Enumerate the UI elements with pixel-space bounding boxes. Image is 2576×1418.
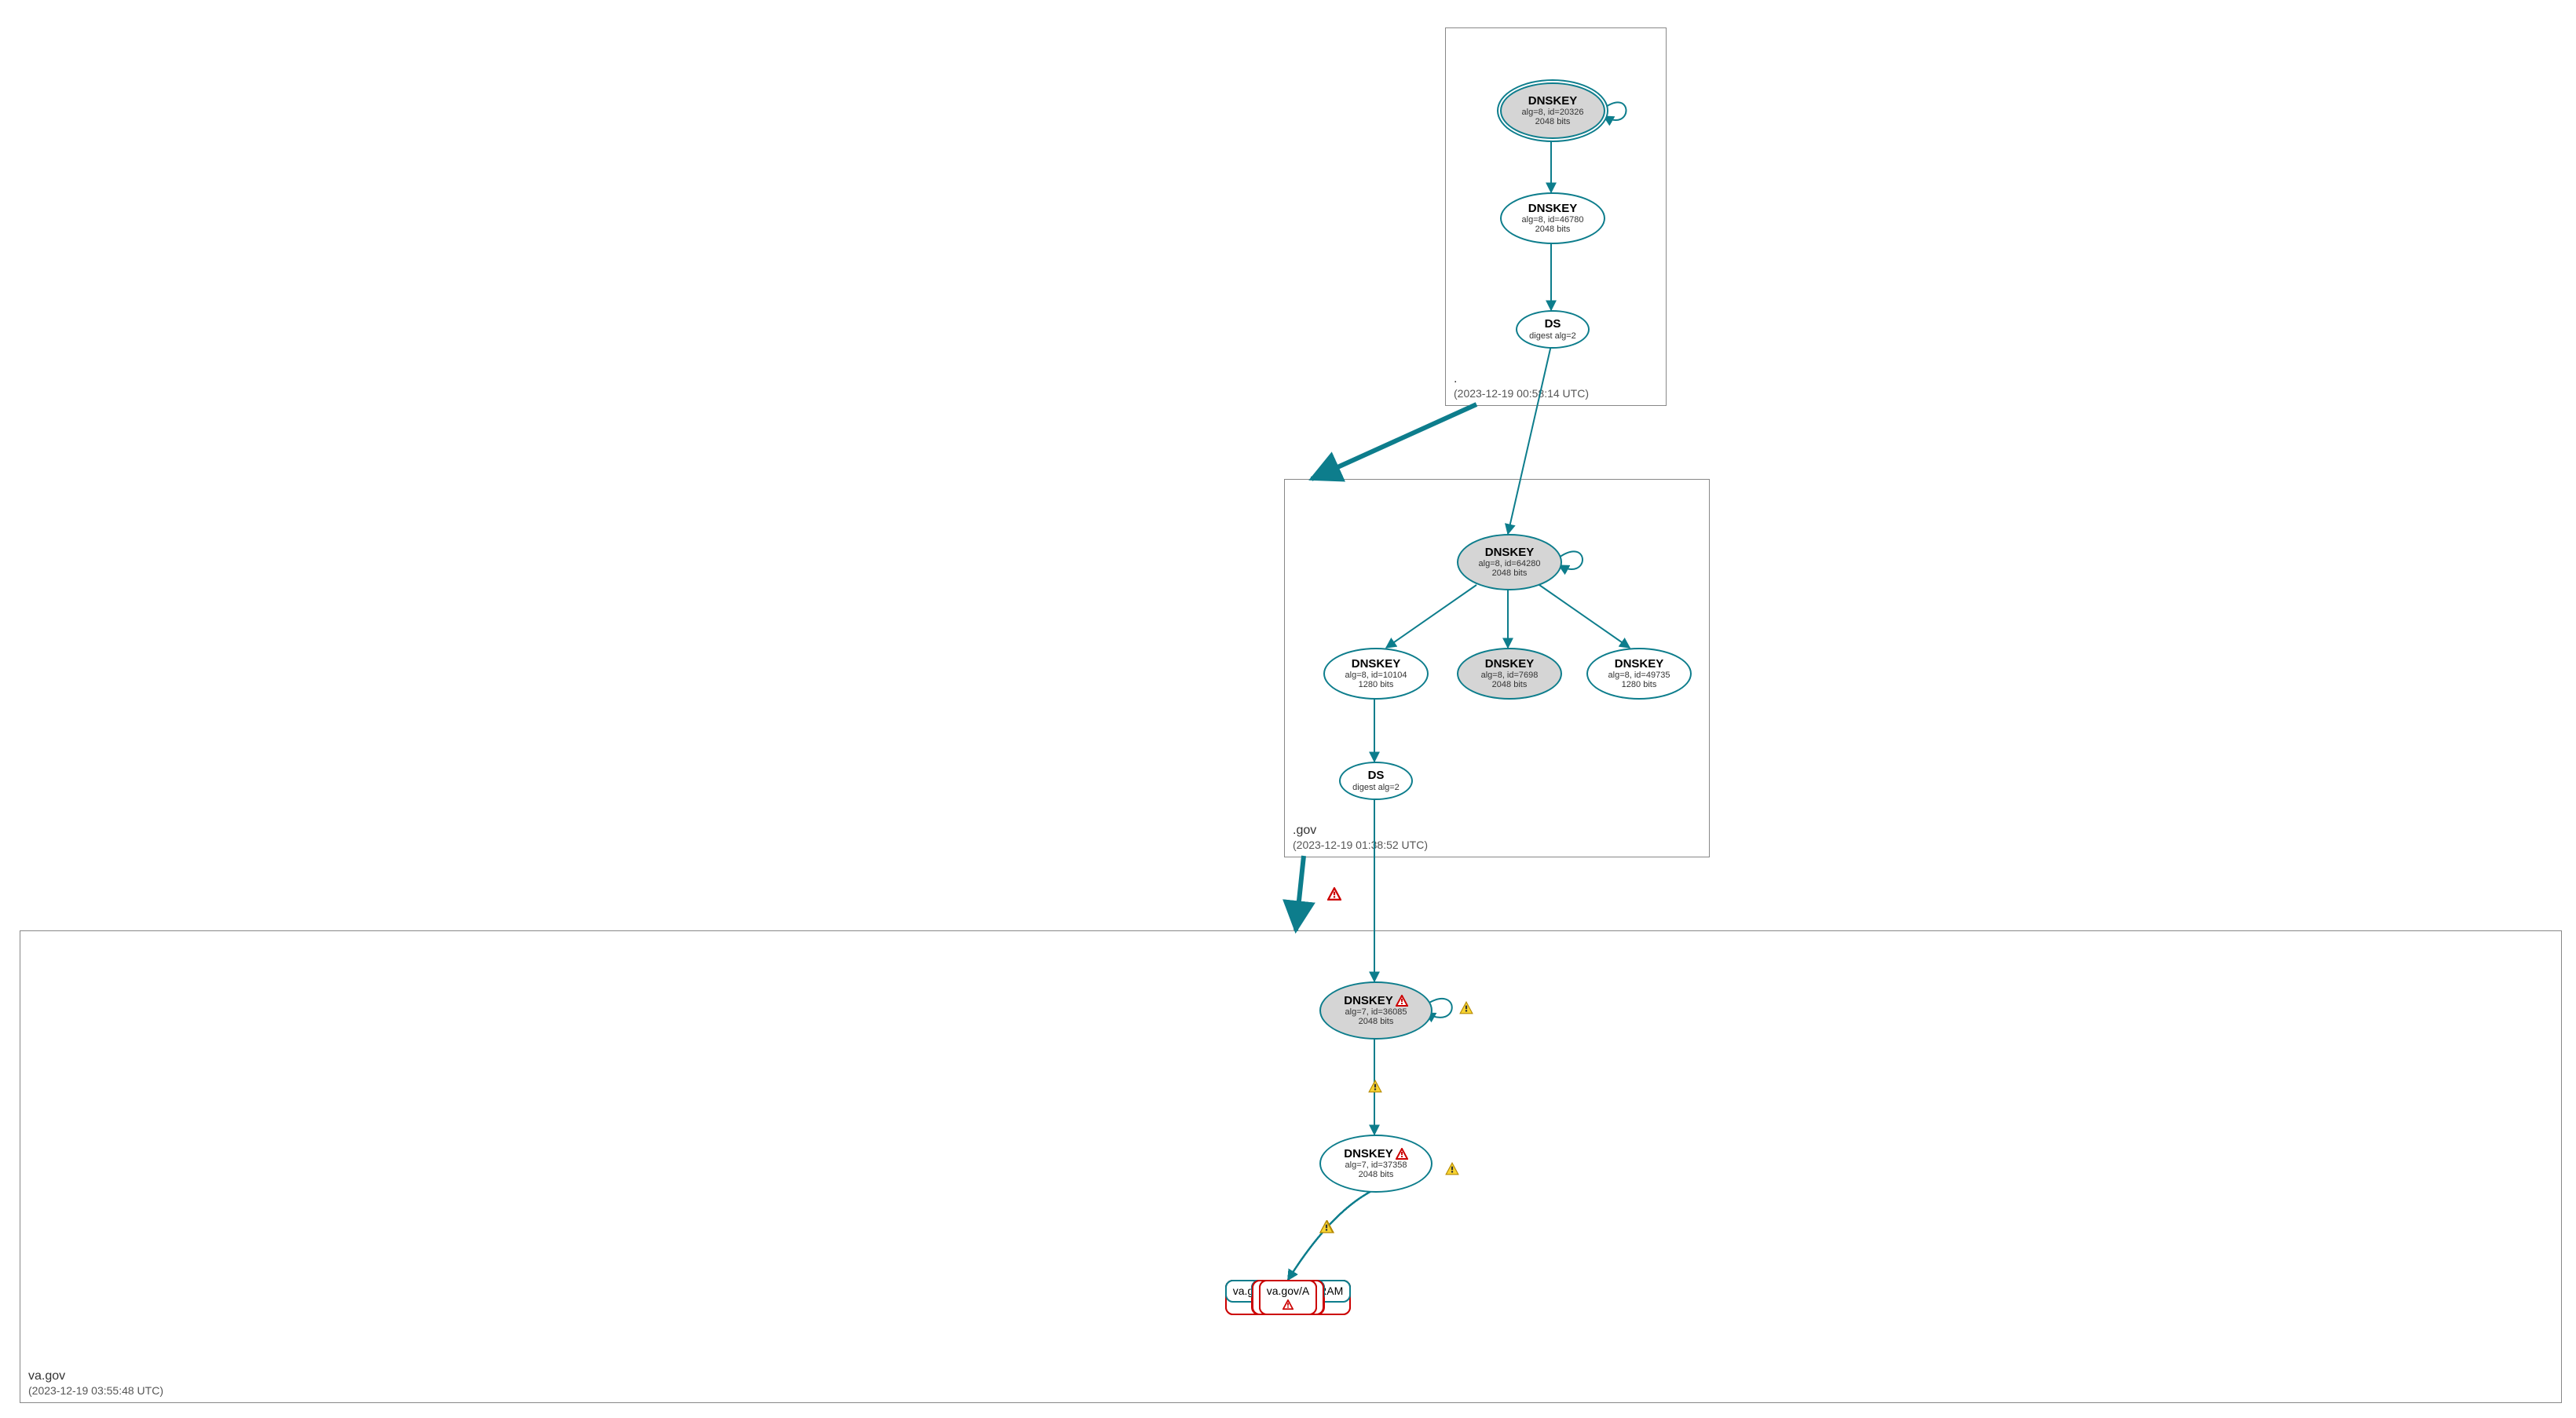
- arrow-warn-row: [8, 8, 2568, 1410]
- warning-icon: [1319, 1220, 1334, 1234]
- dnssec-diagram: . (2023-12-19 00:58:14 UTC) .gov (2023-1…: [8, 8, 2568, 1410]
